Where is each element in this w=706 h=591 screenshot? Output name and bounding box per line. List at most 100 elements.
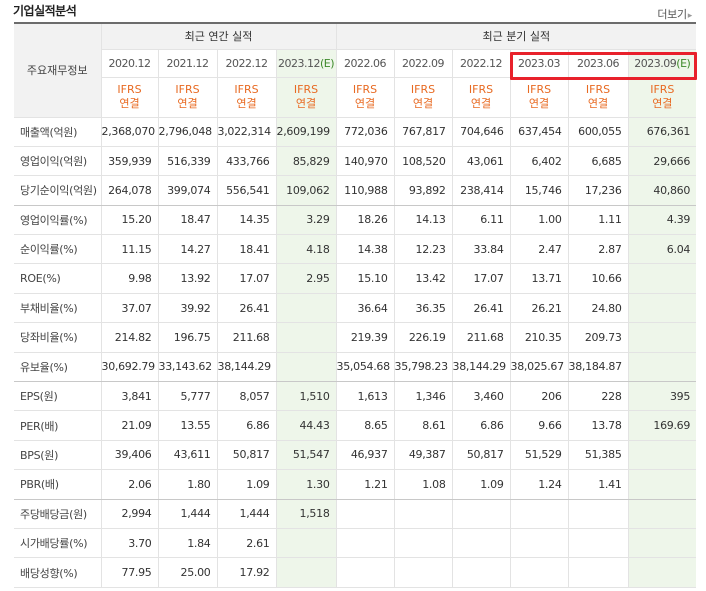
- table-cell: [568, 528, 629, 559]
- table-cell: 140,970: [336, 146, 395, 177]
- table-cell: 13.92: [158, 263, 218, 294]
- table-cell: 1.41: [568, 469, 629, 500]
- period-header: 2022.06: [336, 49, 395, 78]
- table-cell: 51,547: [276, 440, 337, 471]
- table-cell: 1,444: [158, 499, 218, 529]
- table-row: 부채비율(%) 37.07 39.92 26.41 36.64 36.35 26.41 26.…: [14, 293, 697, 324]
- table-row: 영업이익률(%) 15.20 18.47 14.35 3.29 18.26 14.13 6.1…: [14, 205, 697, 236]
- estimate-marker: (E): [319, 56, 335, 70]
- table-cell: [568, 499, 629, 529]
- row-label: 시가배당률(%): [14, 528, 102, 559]
- ifrs-line1: IFRS: [650, 83, 675, 96]
- table-cell: 264,078: [101, 175, 159, 206]
- table-cell: 704,646: [452, 117, 511, 147]
- table-cell: 12.23: [394, 234, 453, 265]
- table-row: BPS(원) 39,406 43,611 50,817 51,547 46,937 49,3…: [14, 440, 697, 471]
- highlight-box: [510, 52, 697, 80]
- table-cell: 33,143.62: [158, 352, 218, 383]
- table-row: 주당배당금(원) 2,994 1,444 1,444 1,518: [14, 499, 697, 529]
- row-label: 매출액(억원): [14, 117, 102, 147]
- ifrs-label: IFRS 연결: [394, 77, 453, 118]
- table-cell: 37.07: [101, 293, 159, 324]
- table-cell: 772,036: [336, 117, 395, 147]
- ifrs-line2: 연결: [119, 97, 140, 110]
- row-label: 유보율(%): [14, 352, 102, 383]
- table-cell: 46,937: [336, 440, 395, 471]
- financial-table: 주요재무정보 최근 연간 실적 최근 분기 실적 2020.12 2021.12 2…: [14, 22, 697, 588]
- table-cell: 51,385: [568, 440, 629, 471]
- ifrs-line2: 연결: [236, 97, 257, 110]
- table-cell: 2,368,070: [101, 117, 159, 147]
- table-cell: 196.75: [158, 322, 218, 353]
- more-link[interactable]: 더보기▸: [657, 6, 692, 22]
- table-cell: 1,346: [394, 381, 453, 412]
- period-header: 2021.12: [158, 49, 218, 78]
- table-cell: 210.35: [510, 322, 569, 353]
- table-cell: 43,061: [452, 146, 511, 177]
- row-label: 주당배당금(원): [14, 499, 102, 529]
- ifrs-line1: IFRS: [117, 83, 142, 96]
- table-cell: 15.10: [336, 263, 395, 294]
- ifrs-line2: 연결: [528, 97, 550, 110]
- table-cell: 1.09: [452, 469, 511, 500]
- table-cell: 1,444: [217, 499, 277, 529]
- table-cell: 39,406: [101, 440, 159, 471]
- ifrs-label: IFRS 연결: [101, 77, 159, 118]
- table-cell: 17,236: [568, 175, 629, 206]
- ifrs-label: IFRS 연결: [217, 77, 277, 118]
- table-cell: 1.00: [510, 205, 569, 236]
- table-cell: 4.18: [276, 234, 337, 265]
- section-title: 기업실적분석: [13, 4, 77, 18]
- row-label: PER(배): [14, 410, 102, 441]
- table-cell: 5,777: [158, 381, 218, 412]
- table-cell: 35,798.23: [394, 352, 453, 383]
- ifrs-line1: IFRS: [468, 83, 494, 96]
- period-header: 2022.09: [394, 49, 453, 78]
- table-cell: 50,817: [217, 440, 277, 471]
- table-cell: 108,520: [394, 146, 453, 177]
- table-cell: 211.68: [217, 322, 277, 353]
- table-cell: 4.39: [628, 205, 697, 236]
- table-cell: 38,184.87: [568, 352, 629, 383]
- table-cell: 359,939: [101, 146, 159, 177]
- table-cell: 17.07: [452, 263, 511, 294]
- table-cell: [276, 352, 337, 383]
- table-cell: 24.80: [568, 293, 629, 324]
- table-cell: 1.30: [276, 469, 337, 500]
- table-cell: 1,613: [336, 381, 395, 412]
- period-header: 2022.12: [217, 49, 277, 78]
- table-cell: 38,144.29: [217, 352, 277, 383]
- table-cell: 2.87: [568, 234, 629, 265]
- table-cell: [276, 322, 337, 353]
- table-cell: 9.66: [510, 410, 569, 441]
- table-cell: 93,892: [394, 175, 453, 206]
- table-cell: 228: [568, 381, 629, 412]
- table-cell: [510, 557, 569, 588]
- table-cell: 50,817: [452, 440, 511, 471]
- table-cell: [336, 528, 395, 559]
- table-cell: 1.21: [336, 469, 395, 500]
- table-row: 당기순이익(억원) 264,078 399,074 556,541 109,062 110…: [14, 175, 697, 206]
- table-cell: 399,074: [158, 175, 218, 206]
- table-cell: 85,829: [276, 146, 337, 177]
- table-cell: [276, 293, 337, 324]
- row-label: 배당성향(%): [14, 557, 102, 588]
- table-cell: 36.35: [394, 293, 453, 324]
- table-cell: 516,339: [158, 146, 218, 177]
- table-cell: 211.68: [452, 322, 511, 353]
- table-cell: 767,817: [394, 117, 453, 147]
- table-cell: 395: [628, 381, 697, 412]
- table-cell: 38,025.67: [510, 352, 569, 383]
- table-cell: 169.69: [628, 410, 697, 441]
- table-cell: 433,766: [217, 146, 277, 177]
- table-cell: [568, 557, 629, 588]
- table-cell: 18.47: [158, 205, 218, 236]
- row-label: 영업이익률(%): [14, 205, 102, 236]
- chevron-right-icon: ▸: [687, 11, 693, 21]
- table-cell: 2,796,048: [158, 117, 218, 147]
- table-row: PBR(배) 2.06 1.80 1.09 1.30 1.21 1.08 1.09 1.24 1.…: [14, 469, 697, 500]
- table-cell: 6.86: [452, 410, 511, 441]
- table-cell: 1.24: [510, 469, 569, 500]
- table-cell: [276, 528, 337, 559]
- table-row: 유보율(%) 30,692.79 33,143.62 38,144.29 35,054.…: [14, 352, 697, 383]
